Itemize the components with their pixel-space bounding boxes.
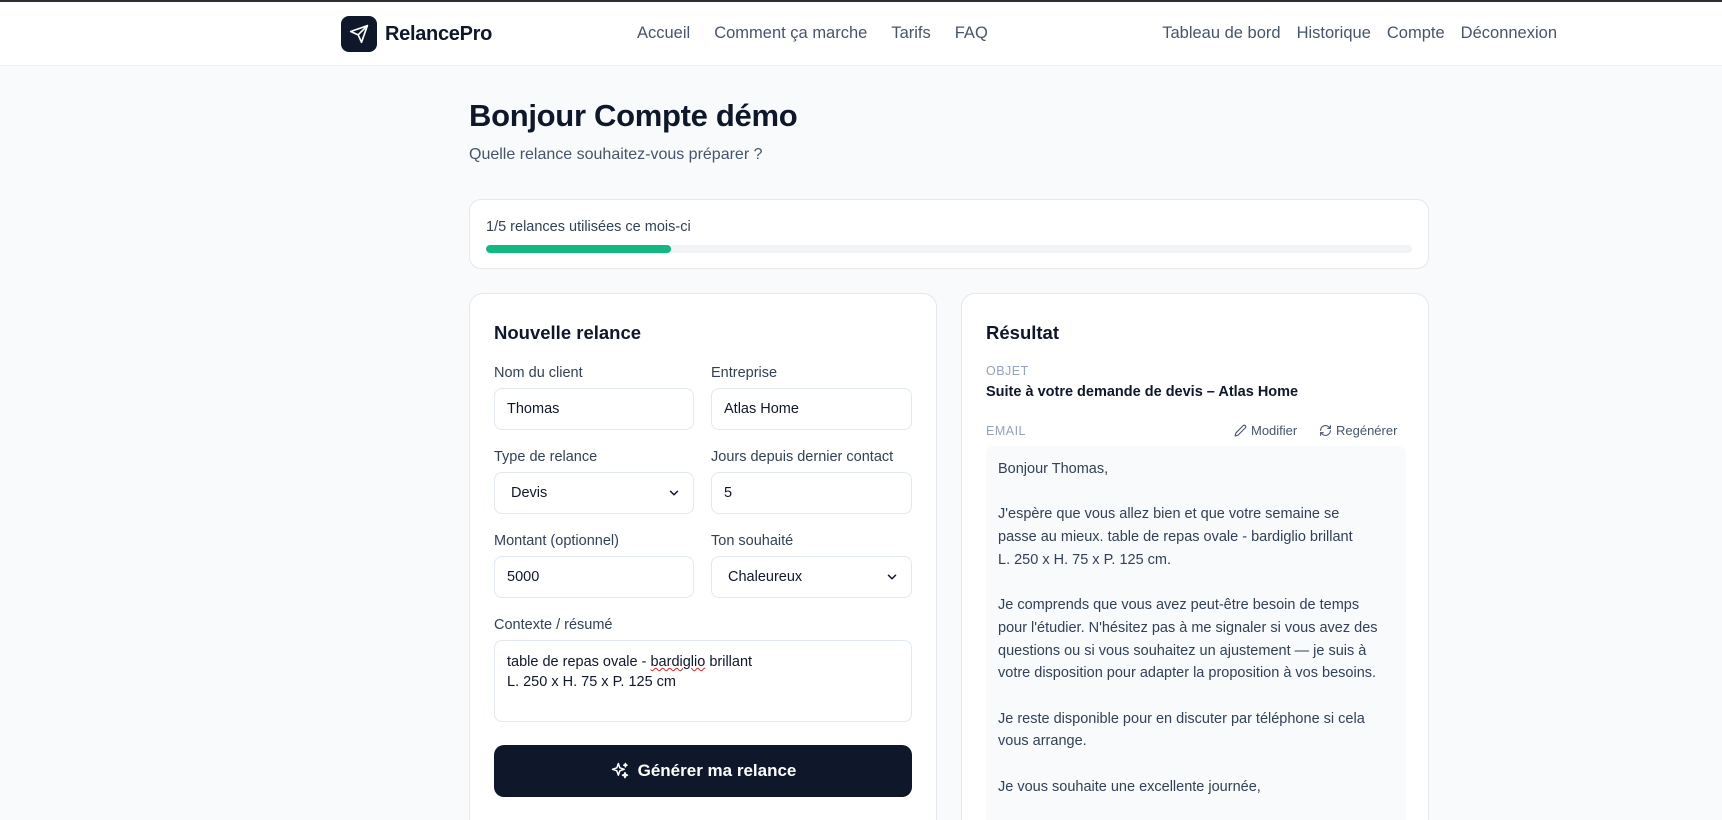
edit-button-label: Modifier bbox=[1251, 423, 1298, 438]
page-subtitle: Quelle relance souhaitez-vous préparer ? bbox=[469, 146, 763, 163]
tone-select[interactable]: Chaleureux bbox=[711, 556, 912, 598]
amount-input[interactable]: 5000 bbox=[494, 556, 694, 598]
nav-link-tarifs[interactable]: Tarifs bbox=[891, 24, 930, 43]
regenerate-button-label: Regénérer bbox=[1336, 423, 1398, 438]
reminder-type-value: Devis bbox=[511, 485, 548, 501]
email-line: Bonjour Thomas, bbox=[998, 461, 1109, 477]
email-line bbox=[998, 685, 1394, 708]
amount-value: 5000 bbox=[507, 569, 540, 585]
new-reminder-form: Nouvelle relance Nom du client Thomas En… bbox=[469, 293, 937, 820]
days-since-contact-value: 5 bbox=[724, 485, 733, 501]
client-name-label: Nom du client bbox=[494, 365, 583, 381]
top-navbar: RelancePro Accueil Comment ça marche Tar… bbox=[0, 2, 1722, 66]
usage-card: 1/5 relances utilisées ce mois-ci bbox=[469, 199, 1429, 269]
tone-value: Chaleureux bbox=[728, 569, 803, 585]
nav-link-faq[interactable]: FAQ bbox=[955, 24, 988, 43]
edit-button[interactable]: Modifier bbox=[1234, 423, 1297, 438]
email-line: pour l'étudier. N'hésitez pas à me signa… bbox=[998, 619, 1378, 636]
email-line: vous arrange. bbox=[998, 733, 1087, 750]
chevron-down-icon bbox=[669, 490, 679, 496]
email-line: questions ou si vous souhaitez un ajuste… bbox=[998, 642, 1367, 659]
client-name-input[interactable]: Thomas bbox=[494, 388, 694, 430]
paper-plane-icon bbox=[341, 16, 377, 52]
email-line bbox=[998, 572, 1394, 595]
usage-progress-fill bbox=[486, 245, 672, 253]
days-since-contact-input[interactable]: 5 bbox=[711, 472, 912, 514]
chevron-down-icon bbox=[887, 574, 897, 580]
company-label: Entreprise bbox=[711, 365, 778, 381]
brand-logo[interactable]: RelancePro bbox=[341, 16, 492, 52]
refresh-icon bbox=[1320, 425, 1331, 436]
sparkles-icon bbox=[611, 762, 628, 779]
context-line-2: L. 250 x H. 75 x P. 125 cm bbox=[507, 674, 676, 690]
brand-name: RelancePro bbox=[385, 22, 493, 45]
company-input[interactable]: Atlas Home bbox=[711, 388, 912, 430]
nav-link-comment-ca-marche[interactable]: Comment ça marche bbox=[714, 24, 867, 43]
main-nav: Accueil Comment ça marche Tarifs FAQ bbox=[637, 24, 988, 43]
result-title: Résultat bbox=[986, 322, 1059, 343]
company-value: Atlas Home bbox=[724, 401, 799, 417]
nav-link-tableau-de-bord[interactable]: Tableau de bord bbox=[1162, 24, 1280, 43]
email-line: L. 250 x H. 75 x P. 125 cm. bbox=[998, 551, 1172, 568]
context-textarea[interactable]: table de repas ovale - bardiglio brillan… bbox=[494, 640, 912, 722]
email-line: Je comprends que vous avez peut-être bes… bbox=[998, 597, 1360, 614]
account-nav: Tableau de bord Historique Compte Déconn… bbox=[1162, 24, 1557, 43]
nav-link-accueil[interactable]: Accueil bbox=[637, 24, 690, 43]
nav-link-historique[interactable]: Historique bbox=[1297, 24, 1371, 43]
nav-link-deconnexion[interactable]: Déconnexion bbox=[1461, 24, 1557, 43]
usage-progress-bar bbox=[486, 245, 1412, 253]
email-line: Je reste disponible pour en discuter par… bbox=[998, 710, 1365, 727]
page-title: Bonjour Compte démo bbox=[469, 98, 798, 133]
form-title: Nouvelle relance bbox=[494, 322, 642, 343]
result-panel: Résultat OBJET Suite à votre demande de … bbox=[961, 293, 1429, 820]
email-subject: Suite à votre demande de devis – Atlas H… bbox=[986, 384, 1299, 400]
pencil-icon bbox=[1234, 424, 1247, 437]
generate-button[interactable]: Générer ma relance bbox=[494, 745, 912, 797]
email-line bbox=[998, 753, 1394, 776]
client-name-value: Thomas bbox=[507, 401, 560, 417]
generate-button-label: Générer ma relance bbox=[637, 761, 797, 780]
context-line-1: table de repas ovale - bardiglio brillan… bbox=[507, 654, 753, 670]
tone-label: Ton souhaité bbox=[711, 533, 794, 549]
misspelled-word: bardiglio bbox=[650, 654, 706, 670]
nav-link-compte[interactable]: Compte bbox=[1387, 24, 1445, 43]
email-body[interactable]: Bonjour Thomas, J'espère que vous allez … bbox=[986, 446, 1406, 820]
email-line: J'espère que vous allez bien et que votr… bbox=[998, 506, 1340, 523]
reminder-type-label: Type de relance bbox=[494, 449, 598, 465]
regenerate-button[interactable]: Regénérer bbox=[1319, 423, 1397, 438]
email-line: Je vous souhaite une excellente journée, bbox=[998, 778, 1261, 795]
email-line bbox=[998, 481, 1394, 504]
context-label: Contexte / résumé bbox=[494, 617, 613, 633]
usage-text: 1/5 relances utilisées ce mois-ci bbox=[486, 219, 691, 235]
subject-label: OBJET bbox=[986, 364, 1029, 378]
days-since-contact-label: Jours depuis dernier contact bbox=[711, 449, 894, 465]
email-label: EMAIL bbox=[986, 424, 1027, 438]
email-line: passe au mieux. table de repas ovale - b… bbox=[998, 529, 1353, 546]
amount-label: Montant (optionnel) bbox=[494, 533, 619, 549]
reminder-type-select[interactable]: Devis bbox=[494, 472, 694, 514]
email-line: votre disposition pour adapter la propos… bbox=[998, 665, 1377, 682]
